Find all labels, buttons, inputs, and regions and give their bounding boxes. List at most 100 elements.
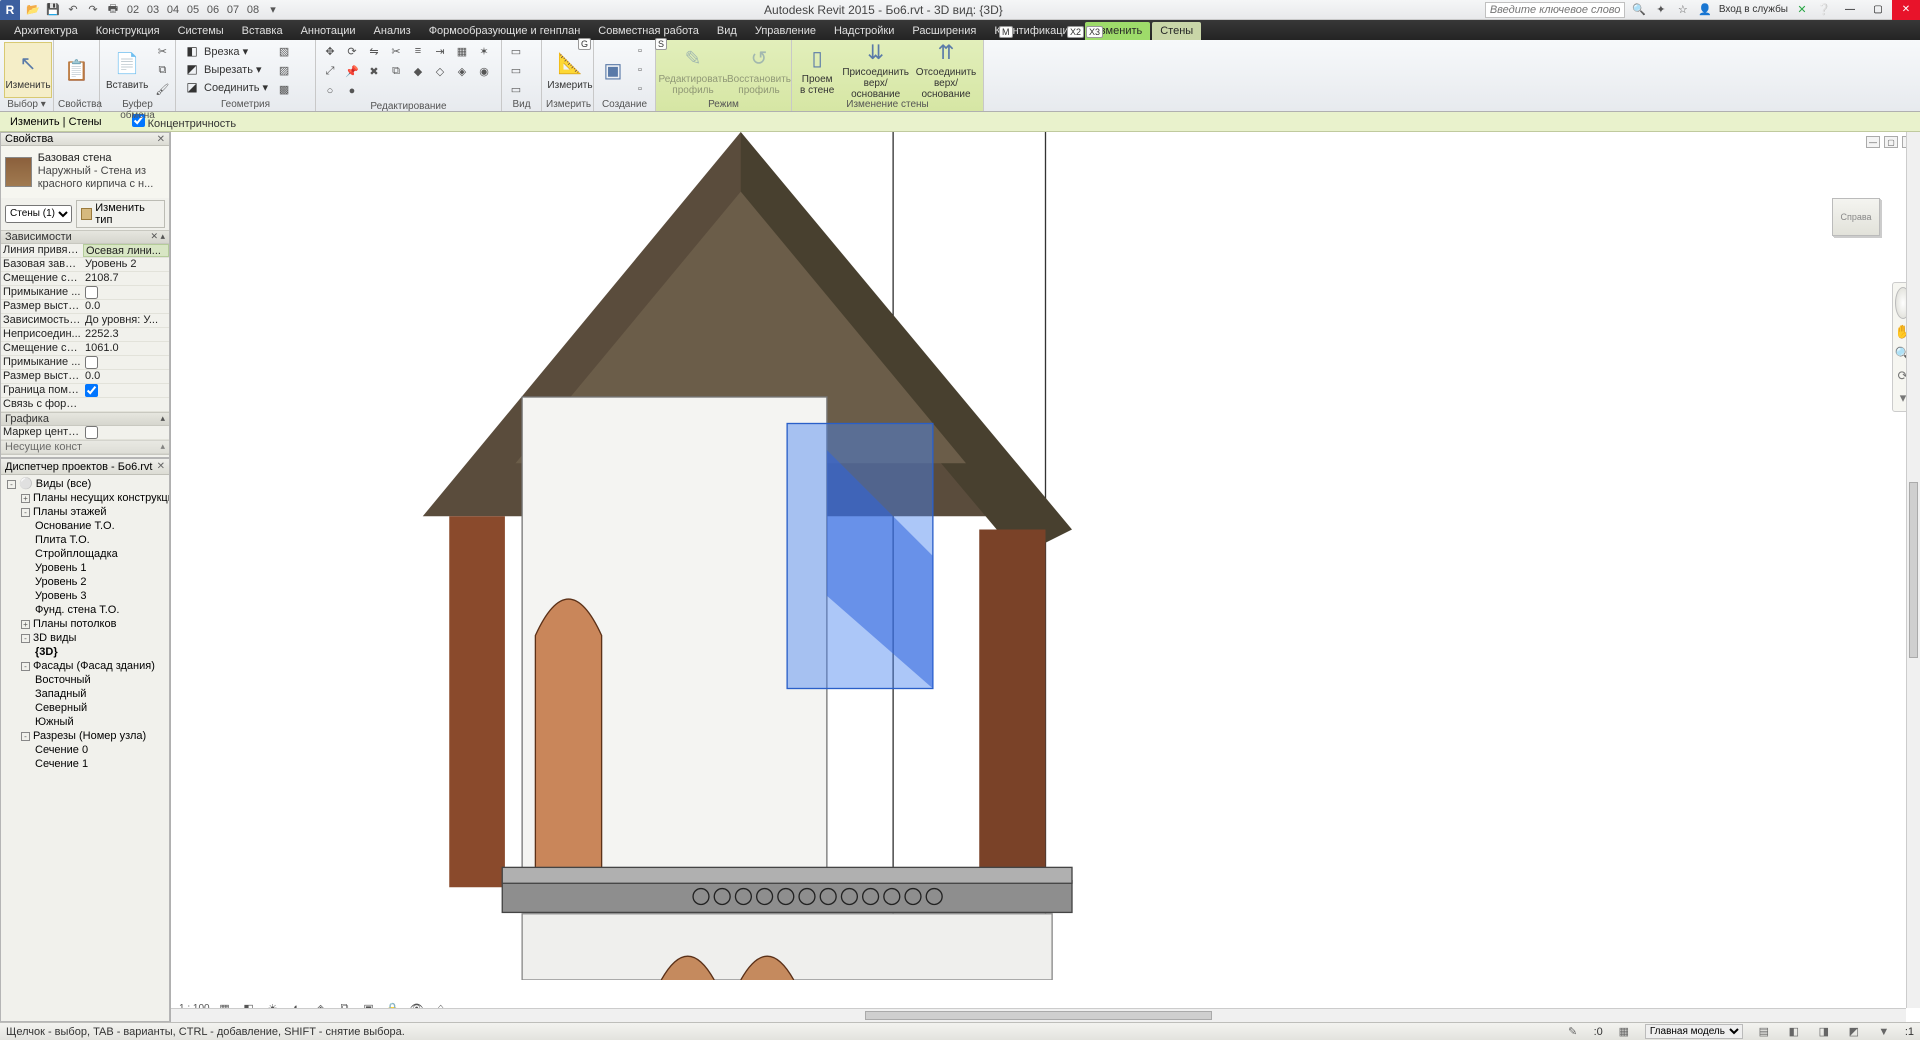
viewcube-face[interactable]: Справа [1832,198,1880,236]
tab-addins[interactable]: Надстройки [826,22,902,40]
move-icon[interactable]: ✥ [320,42,340,60]
viewport[interactable]: — ▢ ✕ Справа ✋ 🔍 ⟳ ▾ [170,132,1920,1022]
qat-open-icon[interactable]: 📂 [24,2,42,18]
type-selector[interactable]: Базовая стена Наружный - Стена из красно… [1,146,169,198]
browser-header[interactable]: Диспетчер проектов - Бо6.rvt ✕ [1,459,169,475]
qat-04[interactable]: 04 [164,2,182,18]
maximize-button[interactable]: ▢ [1864,0,1892,20]
category-constraints[interactable]: Зависимости✕ ▴ [1,230,169,244]
tree-elev-2[interactable]: Северный [3,701,167,715]
select-group-label[interactable]: Выбор ▾ [4,98,49,111]
extra1-icon[interactable]: ◆ [408,62,428,80]
array-icon[interactable]: ▦ [452,42,472,60]
tab-collab[interactable]: Совместная работа [590,22,707,40]
viewport-scroll-x[interactable] [171,1008,1906,1022]
paste-button[interactable]: 📄Вставить [104,42,150,98]
prop-center-mark[interactable] [83,426,169,439]
prop-top-constraint[interactable]: До уровня: У... [83,314,169,327]
status-ico1[interactable]: ▤ [1755,1025,1773,1039]
create-sm2-icon[interactable]: ▫ [630,61,650,79]
view-icon1[interactable]: ▭ [506,42,526,60]
prop-mass-related[interactable] [83,398,169,411]
view-icon2[interactable]: ▭ [506,61,526,79]
geom-extra3-icon[interactable]: ▩ [274,80,294,98]
tree-3d-views[interactable]: -3D виды [3,631,167,645]
view-min-icon[interactable]: — [1866,136,1880,148]
prop-top-offset[interactable]: 1061.0 [83,342,169,355]
mirror-icon[interactable]: ⇋ [364,42,384,60]
close-button[interactable]: ✕ [1892,0,1920,20]
instance-select[interactable]: Стены (1) [5,205,72,223]
tree-floor-3[interactable]: Уровень 1 [3,561,167,575]
status-ico2[interactable]: ◧ [1785,1025,1803,1039]
copy-tool-icon[interactable]: ⧉ [386,62,406,80]
tab-architecture[interactable]: Архитектура [6,22,86,40]
qat-redo-icon[interactable]: ↷ [84,2,102,18]
qat-06[interactable]: 06 [204,2,222,18]
tree-3d-current[interactable]: {3D} [3,645,167,659]
extra2-icon[interactable]: ◇ [430,62,450,80]
align-icon[interactable]: ≡ [408,42,428,60]
status-editable-icon[interactable]: ✎ [1564,1025,1582,1039]
split-icon[interactable]: ✶ [474,42,494,60]
tree-sec-0[interactable]: Сечение 0 [3,743,167,757]
star-icon[interactable]: ☆ [1675,2,1691,18]
search-input[interactable] [1485,2,1625,18]
view-icon3[interactable]: ▭ [506,80,526,98]
create-button[interactable]: ▣ [598,42,628,98]
status-workset-icon[interactable]: ▦ [1615,1025,1633,1039]
prop-base-offset[interactable]: 2108.7 [83,272,169,285]
qat-02[interactable]: 02 [124,2,142,18]
pin-icon[interactable]: 📌 [342,62,362,80]
tree-floor-2[interactable]: Стройплощадка [3,547,167,561]
tree-floor-0[interactable]: Основание Т.О. [3,519,167,533]
offset-icon[interactable]: ⇥ [430,42,450,60]
scale-icon[interactable]: ⤢ [320,62,340,80]
prop-location-line[interactable]: Осевая лини... [83,244,169,257]
tree-floor-4[interactable]: Уровень 2 [3,575,167,589]
wall-opening-button[interactable]: ▯Проем в стене [796,42,838,98]
tab-extensions[interactable]: Расширения [904,22,984,40]
prop-top-attach[interactable] [83,356,169,369]
tree-elev-3[interactable]: Южный [3,715,167,729]
tree-floor-1[interactable]: Плита Т.О. [3,533,167,547]
extra3-icon[interactable]: ◈ [452,62,472,80]
properties-close-icon[interactable]: ✕ [157,134,165,145]
tree-elev-0[interactable]: Восточный [3,673,167,687]
exchange-icon[interactable]: ✕ [1794,2,1810,18]
app-logo[interactable]: R [0,0,20,20]
prop-base-attach[interactable] [83,286,169,299]
category-graphics[interactable]: Графика▴ [1,412,169,426]
modify-button[interactable]: ↖ Изменить [4,42,52,98]
view-max-icon[interactable]: ▢ [1884,136,1898,148]
status-ico3[interactable]: ◨ [1815,1025,1833,1039]
qat-03[interactable]: 03 [144,2,162,18]
browser-close-icon[interactable]: ✕ [157,461,165,472]
tab-view[interactable]: Вид [709,22,745,40]
prop-base-constraint[interactable]: Уровень 2 [83,258,169,271]
measure-button[interactable]: 📐Измерить [546,42,594,98]
extra6-icon[interactable]: ● [342,82,362,100]
cope-button[interactable]: ◧Врезка ▾ [180,42,272,60]
status-workset-select[interactable]: Главная модель [1645,1024,1743,1039]
attach-topbase-button[interactable]: ⇊Присоединить верх/основание [840,42,911,98]
user-icon[interactable]: 👤 [1697,2,1713,18]
trim-icon[interactable]: ✂ [386,42,406,60]
create-sm1-icon[interactable]: ▫ [630,42,650,60]
prop-base-ext[interactable]: 0.0 [83,300,169,313]
minimize-button[interactable]: — [1836,0,1864,20]
qat-07[interactable]: 07 [224,2,242,18]
matchtype-icon[interactable]: 🖌 [152,80,172,98]
qat-05[interactable]: 05 [184,2,202,18]
tree-floor-plans[interactable]: -Планы этажей [3,505,167,519]
login-label[interactable]: Вход в службы [1719,4,1788,15]
delete-icon[interactable]: ✖ [364,62,384,80]
category-struct[interactable]: Несущие конст▴ [1,440,169,454]
status-ico4[interactable]: ◩ [1845,1025,1863,1039]
tab-manage[interactable]: Управление [747,22,824,40]
prop-top-ext[interactable]: 0.0 [83,370,169,383]
tree-sections[interactable]: -Разрезы (Номер узла) [3,729,167,743]
search-icon[interactable]: 🔍 [1631,2,1647,18]
tree-elevations[interactable]: -Фасады (Фасад здания) [3,659,167,673]
copy-icon[interactable]: ⧉ [152,61,172,79]
